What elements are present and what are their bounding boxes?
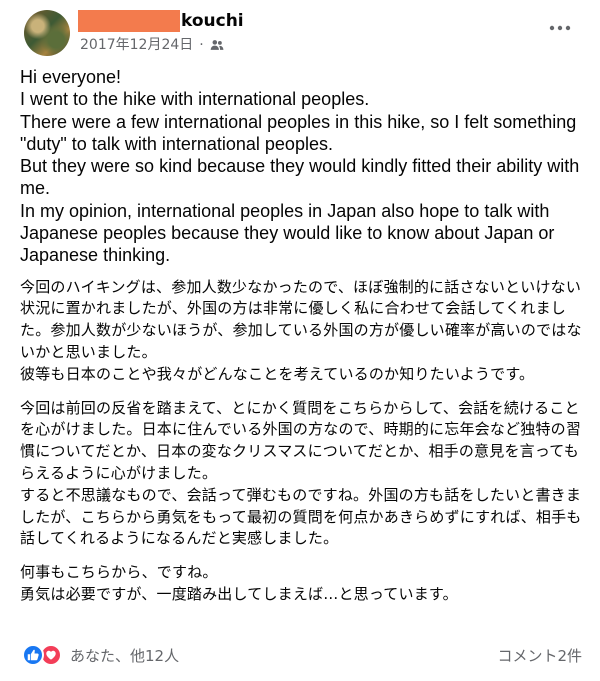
post-text-japanese-1: 今回のハイキングは、参加人数少なかったので、ほぼ強制的に話さないといけない状況に… <box>20 277 582 383</box>
more-dots-icon <box>549 25 571 31</box>
comments-count[interactable]: コメント2件 <box>497 645 582 666</box>
author-name[interactable]: kouchi <box>181 11 244 31</box>
post-text-japanese-2: 今回は前回の反省を踏まえて、とにかく質問をこちらからして、会話を続けることを心が… <box>20 398 582 548</box>
reactions-count[interactable]: あなた、他12人 <box>70 645 179 666</box>
post-text-japanese-3: 何事もこちらから、ですね。 勇気は必要ですが、一度踏み出してしまえば…と思ってい… <box>20 563 458 604</box>
post-date[interactable]: 2017年12月24日 <box>80 36 193 54</box>
facebook-post: kouchi 2017年12月24日 · Hi everyone! I went… <box>0 0 600 681</box>
like-icon <box>22 644 44 666</box>
post-body: Hi everyone! I went to the hike with int… <box>20 66 582 606</box>
friends-icon[interactable] <box>210 38 224 52</box>
meta-separator: · <box>199 37 204 53</box>
reactions-summary[interactable]: あなた、他12人 <box>22 644 179 666</box>
more-options-button[interactable] <box>546 20 574 36</box>
post-text-english: Hi everyone! I went to the hike with int… <box>20 67 580 266</box>
avatar[interactable] <box>24 10 70 56</box>
post-footer: あなた、他12人 コメント2件 <box>22 640 582 670</box>
post-meta: 2017年12月24日 · <box>80 36 224 54</box>
redacted-name-block <box>78 10 180 32</box>
